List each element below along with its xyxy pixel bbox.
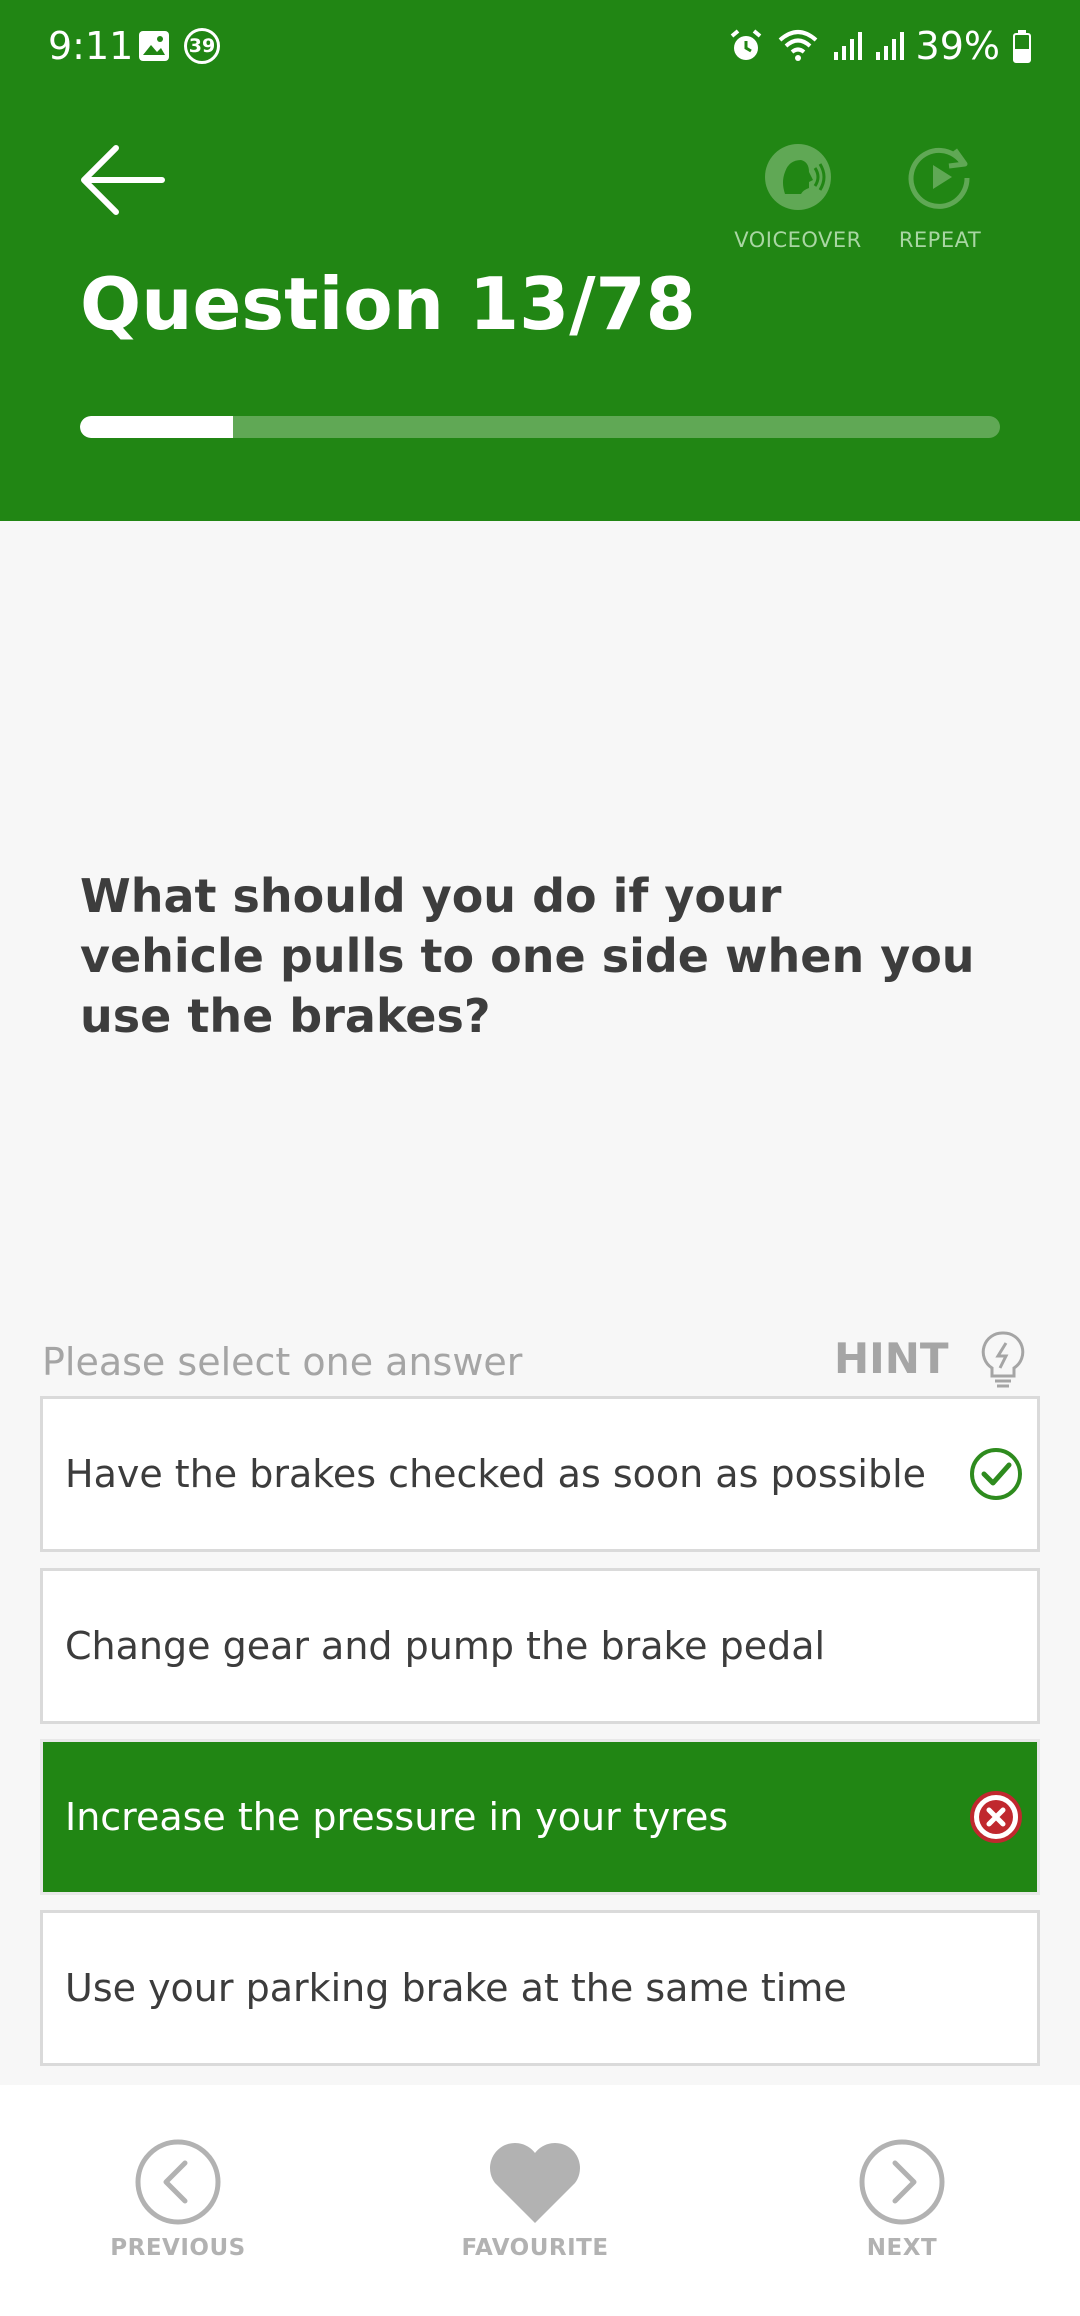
signal-icon-2 [875, 32, 904, 60]
answer-prompt: Please select one answer [42, 1340, 523, 1384]
voiceover-button[interactable]: VOICEOVER [728, 142, 868, 252]
progress-fill [80, 416, 234, 438]
favourite-button[interactable]: FAVOURITE [435, 2137, 635, 2261]
question-counter: Question 13/78 [80, 262, 696, 346]
answer-option-3[interactable]: Increase the pressure in your tyres [40, 1739, 1040, 1895]
signal-icon [833, 32, 862, 60]
back-button[interactable] [78, 142, 166, 218]
notification-count-badge: 39 [184, 28, 220, 64]
next-label: NEXT [866, 2235, 938, 2261]
bottom-navigation: PREVIOUS FAVOURITE NEXT [0, 2085, 1080, 2316]
chevron-left-icon [135, 2139, 221, 2225]
answer-option-4[interactable]: Use your parking brake at the same time [40, 1910, 1040, 2066]
answer-text: Change gear and pump the brake pedal [65, 1624, 826, 1668]
answer-text: Have the brakes checked as soon as possi… [65, 1452, 927, 1496]
chevron-right-icon [859, 2139, 945, 2225]
question-text: What should you do if your vehicle pulls… [80, 869, 975, 1043]
previous-label: PREVIOUS [110, 2235, 246, 2261]
answer-option-1[interactable]: Have the brakes checked as soon as possi… [40, 1396, 1040, 1552]
next-button[interactable]: NEXT [802, 2137, 1002, 2261]
answer-text: Use your parking brake at the same time [65, 1966, 847, 2010]
gallery-icon [139, 31, 169, 61]
favourite-label: FAVOURITE [461, 2235, 609, 2261]
answer-text: Increase the pressure in your tyres [65, 1795, 729, 1839]
repeat-label: REPEAT [898, 228, 982, 252]
voiceover-icon [765, 144, 831, 210]
progress-bar [80, 416, 1000, 438]
repeat-button[interactable]: REPEAT [870, 142, 1010, 252]
previous-button[interactable]: PREVIOUS [78, 2137, 278, 2261]
alarm-icon [730, 29, 761, 60]
wrong-cross-icon [970, 1791, 1022, 1843]
status-time: 9:11 [48, 24, 134, 68]
hint-button[interactable]: HINT [834, 1334, 949, 1383]
arrow-left-icon [81, 145, 165, 215]
heart-icon [490, 2143, 580, 2223]
battery-icon [1013, 30, 1031, 63]
status-bar: 9:11 39 39% [0, 0, 1080, 96]
correct-check-icon [970, 1448, 1022, 1500]
wifi-icon [778, 30, 817, 61]
battery-percentage: 39% [915, 24, 1000, 68]
header: 9:11 39 39% VOICEOVER REPEAT Question 13… [0, 0, 1080, 521]
lightbulb-icon[interactable] [980, 1330, 1026, 1390]
replay-icon [908, 147, 970, 209]
answer-option-2[interactable]: Change gear and pump the brake pedal [40, 1568, 1040, 1724]
voiceover-label: VOICEOVER [734, 228, 862, 252]
